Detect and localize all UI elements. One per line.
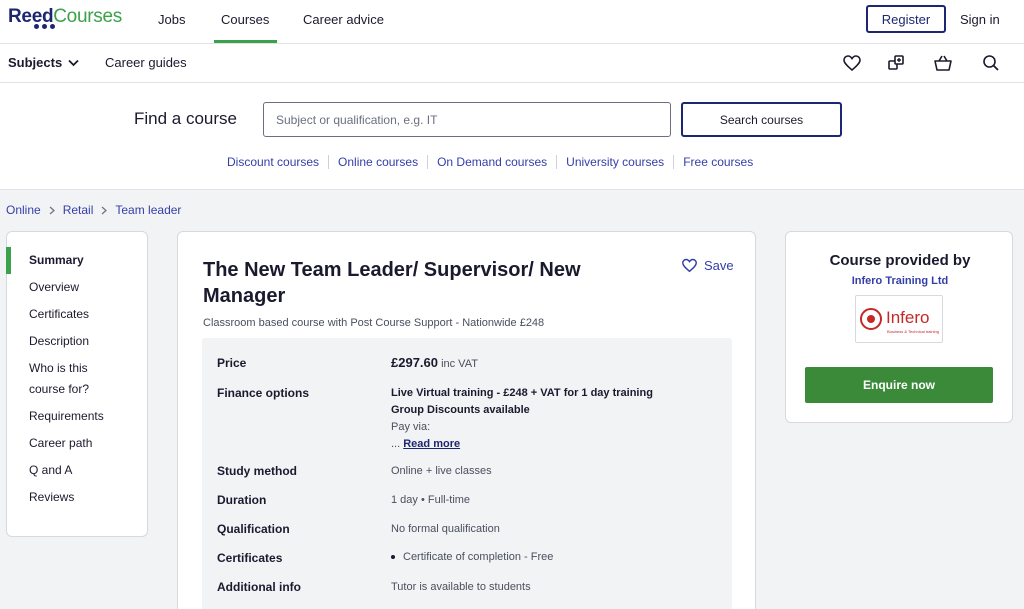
- active-nav-indicator: [214, 40, 277, 43]
- breadcrumb-team-leader[interactable]: Team leader: [115, 203, 181, 217]
- side-item-summary[interactable]: Summary: [6, 247, 147, 274]
- nav-career-advice[interactable]: Career advice: [303, 12, 384, 27]
- course-details-card: The New Team Leader/ Supervisor/ New Man…: [177, 231, 756, 609]
- finance-options-value: Live Virtual training - £248 + VAT for 1…: [391, 385, 653, 453]
- price-amount: £297.60: [391, 355, 438, 370]
- study-method-value: Online + live classes: [391, 465, 492, 477]
- course-quicklinks: Discount courses Online courses On Deman…: [218, 155, 762, 169]
- side-item-description[interactable]: Description: [7, 331, 147, 352]
- duration-label: Duration: [217, 493, 267, 507]
- side-item-overview[interactable]: Overview: [7, 277, 147, 298]
- breadcrumb-online[interactable]: Online: [6, 203, 41, 217]
- heart-icon[interactable]: [842, 53, 862, 73]
- quicklink-discount[interactable]: Discount courses: [218, 155, 328, 169]
- quicklink-free[interactable]: Free courses: [673, 155, 762, 169]
- quicklink-online[interactable]: Online courses: [328, 155, 427, 169]
- chevron-right-icon: [101, 206, 108, 214]
- logo-dots-icon: [34, 24, 55, 29]
- additional-info-value: Tutor is available to students: [391, 581, 531, 593]
- finance-options-label: Finance options: [217, 386, 310, 400]
- qualification-value: No formal qualification: [391, 523, 500, 535]
- subjects-label: Subjects: [8, 55, 63, 70]
- certificate-item: Certificate of completion - Free: [391, 551, 553, 563]
- side-item-requirements[interactable]: Requirements: [7, 406, 147, 427]
- infero-logo-text: Infero: [886, 308, 930, 327]
- price-vat-note: inc VAT: [441, 358, 478, 370]
- course-provider-card: Course provided by Infero Training Ltd I…: [785, 231, 1013, 423]
- register-button[interactable]: Register: [866, 5, 946, 33]
- ellipsis: ...: [391, 438, 401, 450]
- side-item-who-is-this-for[interactable]: Who is this course for?: [7, 358, 107, 400]
- breadcrumb: Online Retail Team leader: [6, 203, 181, 217]
- basket-icon[interactable]: [933, 53, 953, 73]
- finance-line-3: Pay via:: [391, 421, 431, 433]
- course-title: The New Team Leader/ Supervisor/ New Man…: [203, 259, 581, 307]
- study-method-label: Study method: [217, 464, 297, 478]
- finance-line-2: Group Discounts available: [391, 404, 530, 416]
- side-item-q-and-a[interactable]: Q and A: [7, 460, 147, 481]
- course-search-input[interactable]: [263, 102, 671, 137]
- quicklink-on-demand[interactable]: On Demand courses: [427, 155, 556, 169]
- save-label: Save: [704, 257, 734, 273]
- duration-value: 1 day • Full-time: [391, 494, 471, 506]
- nav-jobs[interactable]: Jobs: [158, 12, 185, 27]
- infero-logo-tagline: Business & Technical training: [887, 329, 939, 334]
- reed-courses-logo[interactable]: ReedCourses: [8, 6, 122, 28]
- enquire-now-button[interactable]: Enquire now: [805, 367, 993, 403]
- sub-navigation: Subjects Career guides: [0, 44, 1024, 83]
- sign-in-link[interactable]: Sign in: [960, 12, 1000, 27]
- infero-logo[interactable]: Infero Business & Technical training: [855, 295, 943, 343]
- search-courses-button[interactable]: Search courses: [681, 102, 842, 137]
- finance-read-more-row: ... Read more: [391, 436, 653, 453]
- find-a-course-label: Find a course: [134, 109, 237, 128]
- qualification-label: Qualification: [217, 522, 290, 536]
- chevron-down-icon: [68, 59, 79, 66]
- finance-line-1: Live Virtual training - £248 + VAT for 1…: [391, 387, 653, 399]
- chevron-right-icon: [49, 206, 55, 214]
- price-label: Price: [217, 356, 247, 370]
- heart-icon: [682, 258, 697, 273]
- certificate-value: Certificate of completion - Free: [403, 551, 554, 563]
- save-button[interactable]: Save: [681, 257, 734, 273]
- infero-logo-mark-icon: [860, 308, 882, 330]
- breadcrumb-retail[interactable]: Retail: [63, 203, 94, 217]
- certificates-label: Certificates: [217, 551, 283, 565]
- provider-heading: Course provided by: [829, 252, 971, 269]
- side-item-reviews[interactable]: Reviews: [7, 487, 147, 508]
- course-search-section: Find a course Search courses Discount co…: [0, 83, 1024, 190]
- search-icon[interactable]: [981, 53, 1001, 73]
- subjects-menu[interactable]: Subjects: [8, 55, 79, 70]
- career-guides-link[interactable]: Career guides: [105, 55, 187, 70]
- bullet-icon: [391, 555, 395, 559]
- course-subtitle: Classroom based course with Post Course …: [203, 317, 545, 329]
- additional-info-label: Additional info: [217, 580, 301, 594]
- provider-name-link[interactable]: Infero Training Ltd: [786, 275, 1014, 287]
- price-value: £297.60 inc VAT: [391, 355, 478, 370]
- top-navigation: ReedCourses Jobs Courses Career advice R…: [0, 0, 1024, 44]
- nav-courses[interactable]: Courses: [221, 12, 269, 27]
- read-more-link[interactable]: Read more: [403, 438, 460, 450]
- side-item-certificates[interactable]: Certificates: [7, 304, 147, 325]
- compare-icon[interactable]: [886, 53, 906, 73]
- side-item-career-path[interactable]: Career path: [7, 433, 147, 454]
- course-info-box: Price £297.60 inc VAT Finance options Li…: [202, 338, 732, 609]
- quicklink-university[interactable]: University courses: [556, 155, 673, 169]
- course-section-nav: Summary Overview Certificates Descriptio…: [6, 231, 148, 537]
- logo-courses: Courses: [53, 6, 122, 27]
